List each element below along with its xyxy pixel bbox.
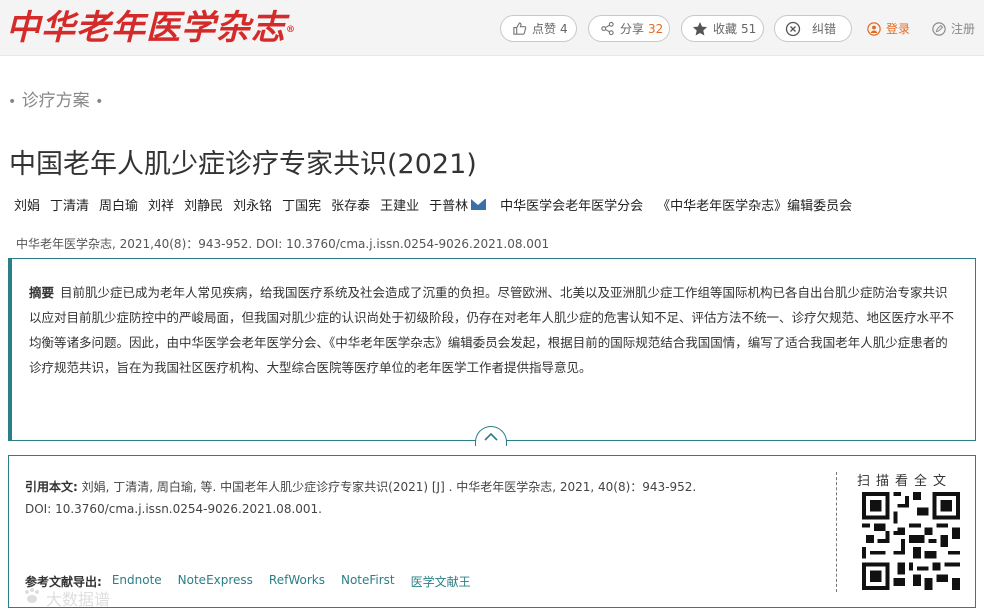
- watermark: 大数据谱: [22, 586, 110, 610]
- scan-label: 扫描看全文: [857, 474, 953, 489]
- corresponding-author-link[interactable]: 于普林: [429, 195, 468, 214]
- star-icon: [692, 21, 708, 37]
- journal-logo[interactable]: 中华老年医学杂志®: [6, 8, 296, 48]
- user-icon: [866, 21, 881, 36]
- export-refworks-link[interactable]: RefWorks: [269, 573, 325, 590]
- export-yixuewenxianwang-link[interactable]: 医学文献王: [411, 573, 471, 590]
- cite-text-block: 引用本文: 刘娟, 丁清清, 周白瑜, 等. 中国老年人肌少症诊疗专家共识(20…: [25, 476, 825, 520]
- organization-link[interactable]: 中华医学会老年医学分会: [500, 195, 643, 214]
- top-bar: 中华老年医学杂志® 点赞 4 分享 32 收藏 51 纠错 登录 注册: [0, 0, 984, 56]
- paw-icon: [22, 587, 42, 609]
- login-link[interactable]: 登录: [866, 20, 910, 37]
- favorite-label: 收藏: [713, 22, 738, 36]
- favorite-count: 51: [741, 21, 757, 36]
- chevron-up-icon: [483, 427, 499, 446]
- dashed-divider: [836, 472, 837, 592]
- qr-code: [862, 492, 960, 590]
- author-link[interactable]: 丁国宪: [282, 195, 321, 214]
- author-link[interactable]: 周白瑜: [99, 195, 138, 214]
- cite-label: 引用本文:: [25, 480, 78, 494]
- share-icon: [599, 21, 615, 37]
- author-link[interactable]: 张存泰: [331, 195, 370, 214]
- abstract-body: 目前肌少症已成为老年人常见疾病，给我国医疗系统及社会造成了沉重的负担。尽管欧洲、…: [29, 285, 955, 375]
- export-noteexpress-link[interactable]: NoteExpress: [178, 573, 253, 590]
- report-error-label: 纠错: [812, 22, 837, 36]
- like-button[interactable]: 点赞 4: [500, 15, 577, 42]
- section-name: 诊疗方案: [21, 91, 90, 111]
- share-count: 32: [648, 21, 664, 36]
- abstract-panel: 摘要 目前肌少症已成为老年人常见疾病，给我国医疗系统及社会造成了沉重的负担。尽管欧…: [8, 258, 976, 446]
- author-link[interactable]: 刘娟: [14, 195, 40, 214]
- share-label: 分享: [620, 22, 645, 36]
- abstract-label: 摘要: [29, 285, 55, 300]
- author-link[interactable]: 丁清清: [50, 195, 89, 214]
- watermark-text: 大数据谱: [46, 590, 111, 609]
- email-icon[interactable]: [471, 199, 487, 210]
- login-label: 登录: [886, 22, 911, 36]
- export-notefirst-link[interactable]: NoteFirst: [341, 573, 395, 590]
- export-endnote-link[interactable]: Endnote: [112, 573, 162, 590]
- like-label: 点赞: [532, 22, 557, 36]
- cite-reference: 刘娟, 丁清清, 周白瑜, 等. 中国老年人肌少症诊疗专家共识(2021) [J…: [81, 480, 697, 494]
- cite-panel: 引用本文: 刘娟, 丁清清, 周白瑜, 等. 中国老年人肌少症诊疗专家共识(20…: [8, 455, 976, 608]
- cite-doi: DOI: 10.3760/cma.j.issn.0254-9026.2021.0…: [25, 502, 322, 516]
- author-link[interactable]: 王建业: [380, 195, 419, 214]
- organization-link[interactable]: 《中华老年医学杂志》编辑委员会: [657, 195, 852, 214]
- journal-citation: 中华老年医学杂志, 2021,40(8)：943-952. DOI: 10.37…: [16, 237, 550, 251]
- author-link[interactable]: 刘静民: [184, 195, 223, 214]
- like-count: 4: [560, 21, 568, 36]
- registered-mark: ®: [286, 25, 296, 35]
- logo-text: 中华老年医学杂志: [6, 8, 286, 48]
- author-link[interactable]: 刘永铭: [233, 195, 272, 214]
- pencil-icon: [931, 21, 946, 36]
- article-title: 中国老年人肌少症诊疗专家共识(2021): [9, 149, 477, 180]
- register-label: 注册: [951, 22, 976, 36]
- section-dot-right: •: [95, 94, 104, 110]
- author-link[interactable]: 刘祥: [148, 195, 174, 214]
- favorite-button[interactable]: 收藏 51: [681, 15, 764, 42]
- register-link[interactable]: 注册: [931, 20, 975, 37]
- close-circle-icon: [785, 21, 801, 37]
- author-list: 刘娟 丁清清 周白瑜 刘祥 刘静民 刘永铭 丁国宪 张存泰 王建业 于普林 中华…: [14, 195, 866, 214]
- collapse-toggle[interactable]: [475, 426, 507, 446]
- share-button[interactable]: 分享 32: [588, 15, 670, 42]
- thumbs-up-icon: [511, 21, 527, 37]
- section-dot-left: •: [8, 94, 17, 110]
- abstract-text-block: 摘要 目前肌少症已成为老年人常见疾病，给我国医疗系统及社会造成了沉重的负担。尽管欧…: [29, 280, 959, 380]
- section-label: • 诊疗方案 •: [8, 86, 103, 111]
- report-error-button[interactable]: 纠错: [774, 15, 852, 42]
